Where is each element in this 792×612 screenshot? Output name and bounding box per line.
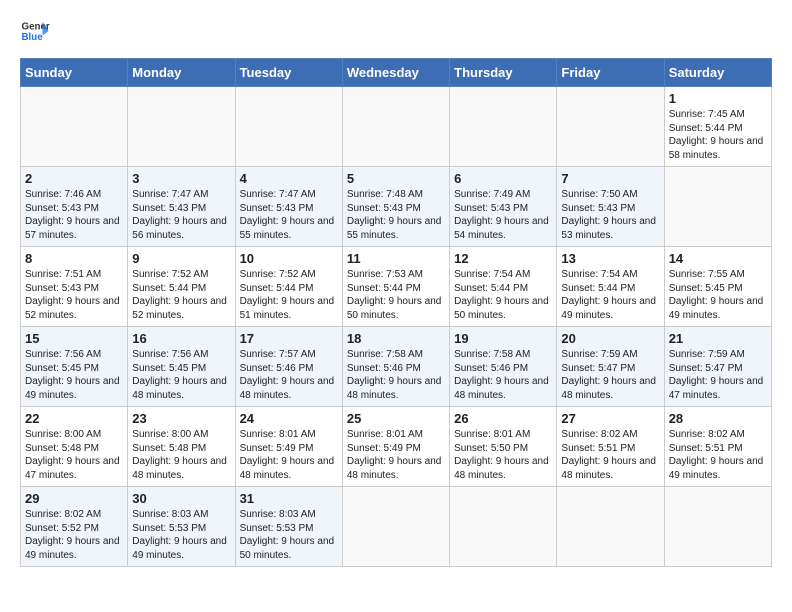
day-header-saturday: Saturday <box>664 59 771 87</box>
day-cell-31: 31Sunrise: 8:03 AMSunset: 5:53 PMDayligh… <box>235 487 342 567</box>
day-header-sunday: Sunday <box>21 59 128 87</box>
calendar-table: SundayMondayTuesdayWednesdayThursdayFrid… <box>20 58 772 567</box>
day-cell-12: 12Sunrise: 7:54 AMSunset: 5:44 PMDayligh… <box>450 247 557 327</box>
day-cell-25: 25Sunrise: 8:01 AMSunset: 5:49 PMDayligh… <box>342 407 449 487</box>
day-header-monday: Monday <box>128 59 235 87</box>
day-cell-21: 21Sunrise: 7:59 AMSunset: 5:47 PMDayligh… <box>664 327 771 407</box>
day-cell-18: 18Sunrise: 7:58 AMSunset: 5:46 PMDayligh… <box>342 327 449 407</box>
day-cell-13: 13Sunrise: 7:54 AMSunset: 5:44 PMDayligh… <box>557 247 664 327</box>
svg-text:Blue: Blue <box>22 32 44 43</box>
day-cell-24: 24Sunrise: 8:01 AMSunset: 5:49 PMDayligh… <box>235 407 342 487</box>
empty-cell <box>557 487 664 567</box>
day-cell-30: 30Sunrise: 8:03 AMSunset: 5:53 PMDayligh… <box>128 487 235 567</box>
day-cell-20: 20Sunrise: 7:59 AMSunset: 5:47 PMDayligh… <box>557 327 664 407</box>
day-cell-16: 16Sunrise: 7:56 AMSunset: 5:45 PMDayligh… <box>128 327 235 407</box>
empty-cell <box>342 87 449 167</box>
day-cell-3: 3Sunrise: 7:47 AMSunset: 5:43 PMDaylight… <box>128 167 235 247</box>
day-cell-6: 6Sunrise: 7:49 AMSunset: 5:43 PMDaylight… <box>450 167 557 247</box>
empty-cell <box>450 87 557 167</box>
main-container: General Blue SundayMondayTuesdayWednesda… <box>0 0 792 577</box>
day-cell-1: 1Sunrise: 7:45 AMSunset: 5:44 PMDaylight… <box>664 87 771 167</box>
day-header-friday: Friday <box>557 59 664 87</box>
empty-cell <box>450 487 557 567</box>
empty-cell <box>21 87 128 167</box>
header-row-days: SundayMondayTuesdayWednesdayThursdayFrid… <box>21 59 772 87</box>
day-cell-11: 11Sunrise: 7:53 AMSunset: 5:44 PMDayligh… <box>342 247 449 327</box>
day-header-tuesday: Tuesday <box>235 59 342 87</box>
day-cell-10: 10Sunrise: 7:52 AMSunset: 5:44 PMDayligh… <box>235 247 342 327</box>
day-cell-27: 27Sunrise: 8:02 AMSunset: 5:51 PMDayligh… <box>557 407 664 487</box>
day-cell-19: 19Sunrise: 7:58 AMSunset: 5:46 PMDayligh… <box>450 327 557 407</box>
day-cell-9: 9Sunrise: 7:52 AMSunset: 5:44 PMDaylight… <box>128 247 235 327</box>
empty-cell <box>664 167 771 247</box>
day-cell-26: 26Sunrise: 8:01 AMSunset: 5:50 PMDayligh… <box>450 407 557 487</box>
empty-cell <box>557 87 664 167</box>
day-cell-15: 15Sunrise: 7:56 AMSunset: 5:45 PMDayligh… <box>21 327 128 407</box>
day-cell-7: 7Sunrise: 7:50 AMSunset: 5:43 PMDaylight… <box>557 167 664 247</box>
day-cell-5: 5Sunrise: 7:48 AMSunset: 5:43 PMDaylight… <box>342 167 449 247</box>
day-cell-8: 8Sunrise: 7:51 AMSunset: 5:43 PMDaylight… <box>21 247 128 327</box>
header-row: General Blue <box>20 16 772 46</box>
day-cell-22: 22Sunrise: 8:00 AMSunset: 5:48 PMDayligh… <box>21 407 128 487</box>
empty-cell <box>128 87 235 167</box>
empty-cell <box>235 87 342 167</box>
logo: General Blue <box>20 16 50 46</box>
day-cell-4: 4Sunrise: 7:47 AMSunset: 5:43 PMDaylight… <box>235 167 342 247</box>
empty-cell <box>664 487 771 567</box>
logo-icon: General Blue <box>20 16 50 46</box>
day-cell-2: 2Sunrise: 7:46 AMSunset: 5:43 PMDaylight… <box>21 167 128 247</box>
day-cell-23: 23Sunrise: 8:00 AMSunset: 5:48 PMDayligh… <box>128 407 235 487</box>
day-header-thursday: Thursday <box>450 59 557 87</box>
day-cell-29: 29Sunrise: 8:02 AMSunset: 5:52 PMDayligh… <box>21 487 128 567</box>
day-cell-17: 17Sunrise: 7:57 AMSunset: 5:46 PMDayligh… <box>235 327 342 407</box>
day-cell-14: 14Sunrise: 7:55 AMSunset: 5:45 PMDayligh… <box>664 247 771 327</box>
day-header-wednesday: Wednesday <box>342 59 449 87</box>
empty-cell <box>342 487 449 567</box>
day-cell-28: 28Sunrise: 8:02 AMSunset: 5:51 PMDayligh… <box>664 407 771 487</box>
